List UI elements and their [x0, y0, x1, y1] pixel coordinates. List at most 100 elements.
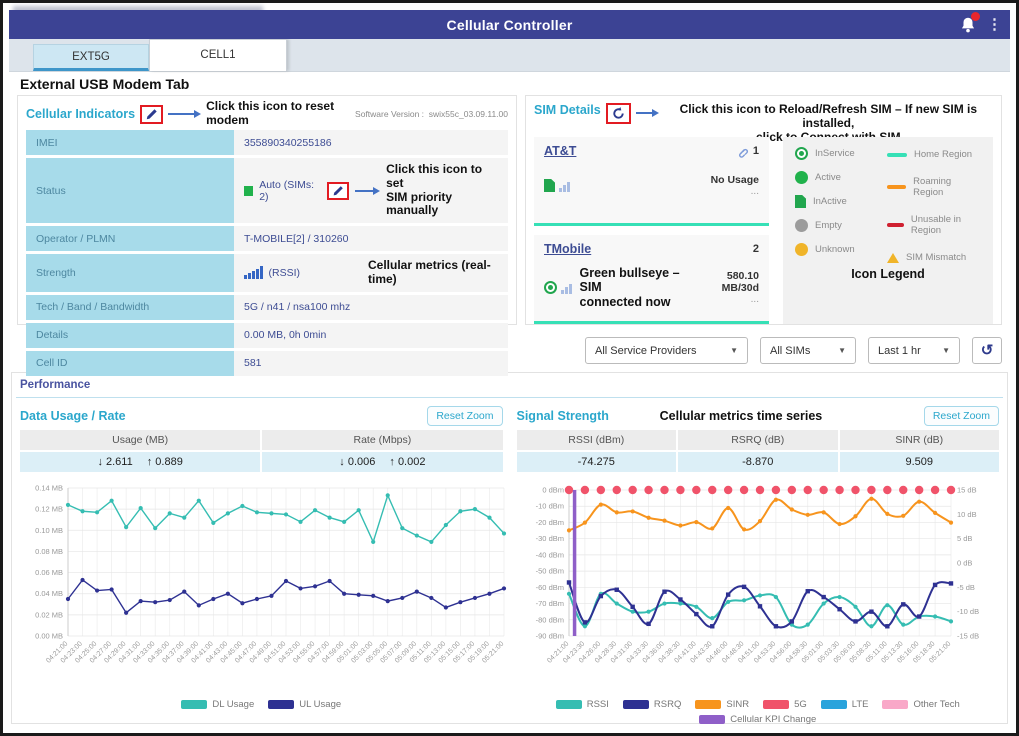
sim-count: 2 — [753, 243, 759, 255]
page-heading: External USB Modem Tab — [20, 76, 1016, 92]
legend-home-region: Home Region — [887, 149, 981, 160]
signal-chart-legend: RSSI RSRQ SINR 5G LTE Other Tech — [517, 699, 1000, 710]
inactive-icon — [795, 195, 806, 208]
legend-item-dl-usage[interactable]: DL Usage — [181, 699, 254, 710]
sim-card-name-link[interactable]: TMobile — [544, 242, 591, 256]
legend-item-ul-usage[interactable]: UL Usage — [268, 699, 341, 710]
legend-swatch — [695, 700, 721, 709]
svg-text:-80 dBm: -80 dBm — [535, 615, 563, 624]
legend-sim-mismatch: SIM Mismatch — [887, 252, 981, 263]
legend-item-rsrq[interactable]: RSRQ — [623, 699, 681, 710]
sim-mismatch-warning-icon — [887, 253, 899, 263]
sim-usage: 580.10 MB/30d — [693, 270, 759, 294]
legend-inactive: InActive — [795, 195, 887, 208]
legend-active: Active — [795, 171, 887, 184]
cellular-indicators-table: IMEI355890340255186 Status Auto (SIMs: 2… — [26, 127, 508, 379]
usage-chart-legend: DL Usage UL Usage — [20, 699, 503, 710]
svg-text:-30 dBm: -30 dBm — [535, 534, 563, 543]
up-arrow-icon: ↑ — [147, 456, 153, 468]
legend-swatch — [268, 700, 294, 709]
table-row: IMEI355890340255186 — [26, 130, 508, 155]
rate-col-header: Rate (Mbps) — [262, 430, 502, 452]
up-arrow-icon: ↑ — [389, 456, 395, 468]
sim-card-att[interactable]: AT&T 1 No Usage — [534, 137, 769, 226]
table-row: Details0.00 MB, 0h 0min — [26, 323, 508, 348]
signal-chart[interactable]: 0 dBm-10 dBm-20 dBm-30 dBm-40 dBm-50 dBm… — [517, 480, 1000, 697]
cellular-controller-page: Cellular Controller ⋮ EXT5G CELL1 Extern… — [0, 0, 1019, 736]
sim-reload-icon[interactable] — [611, 106, 626, 121]
annotation-box — [140, 105, 163, 124]
svg-text:0.00 MB: 0.00 MB — [35, 632, 63, 641]
signal-strength-bars-icon — [244, 266, 263, 279]
chevron-down-icon: ▼ — [730, 346, 738, 355]
tab-cell1[interactable]: CELL1 — [149, 39, 287, 71]
legend-unknown: Unknown — [795, 243, 887, 256]
chevron-down-icon: ▼ — [942, 346, 950, 355]
annotation-green-bullseye: Green bullseye – SIM connected now — [580, 266, 694, 309]
table-row: Tech / Band / Bandwidth5G / n41 / nsa100… — [26, 295, 508, 320]
sims-dropdown[interactable]: All SIMs▼ — [760, 337, 856, 364]
sim-inservice-bullseye-icon — [544, 281, 557, 294]
svg-text:-40 dBm: -40 dBm — [535, 550, 563, 559]
svg-text:0.02 MB: 0.02 MB — [35, 610, 63, 619]
notification-bell-icon[interactable] — [959, 16, 977, 34]
svg-text:5 dB: 5 dB — [957, 534, 972, 543]
annotation-arrow — [636, 109, 659, 117]
signal-chart-svg[interactable]: 0 dBm-10 dBm-20 dBm-30 dBm-40 dBm-50 dBm… — [517, 480, 995, 692]
legend-swatch — [699, 715, 725, 724]
signal-chart-legend-row2: Cellular KPI Change — [517, 714, 1000, 725]
sim-card-tmobile[interactable]: TMobile 2 Green bullseye – SIM connected… — [534, 235, 769, 324]
unusable-region-icon — [887, 223, 904, 227]
rssi-col-header: RSSI (dBm) — [517, 430, 677, 452]
down-arrow-icon: ↓ — [339, 456, 345, 468]
legend-item-sinr[interactable]: SINR — [695, 699, 749, 710]
sim-card-name-link[interactable]: AT&T — [544, 144, 576, 158]
time-range-dropdown[interactable]: Last 1 hr▼ — [868, 337, 960, 364]
svg-text:-20 dBm: -20 dBm — [535, 518, 563, 527]
menu-kebab-icon[interactable]: ⋮ — [987, 17, 1002, 32]
home-region-icon — [887, 153, 907, 157]
table-row: Status Auto (SIMs: 2) Click this icon to… — [26, 158, 508, 223]
svg-text:0.08 MB: 0.08 MB — [35, 547, 63, 556]
refresh-charts-button[interactable]: ↺ — [972, 337, 1002, 364]
legend-item-cellular-kpi-change[interactable]: Cellular KPI Change — [699, 714, 816, 725]
tab-ext5g[interactable]: EXT5G — [33, 44, 149, 71]
legend-swatch — [821, 700, 847, 709]
reset-zoom-button[interactable]: Reset Zoom — [427, 406, 502, 426]
reset-zoom-button[interactable]: Reset Zoom — [924, 406, 999, 426]
legend-item-rssi[interactable]: RSSI — [556, 699, 609, 710]
annotation-reset-modem: Click this icon to reset modem — [206, 100, 350, 128]
legend-item-5g[interactable]: 5G — [763, 699, 807, 710]
sim-priority-pencil-icon[interactable] — [332, 185, 344, 197]
performance-panel: Performance Data Usage / Rate Reset Zoom… — [11, 372, 1008, 724]
svg-text:10 dB: 10 dB — [957, 510, 977, 519]
usage-col-header: Usage (MB) — [20, 430, 260, 452]
sinr-col-header: SINR (dB) — [840, 430, 1000, 452]
notification-badge — [971, 12, 980, 21]
rate-values: ↓ 0.006↑ 0.002 — [262, 452, 502, 472]
svg-text:-10 dB: -10 dB — [957, 607, 979, 616]
svg-text:-10 dBm: -10 dBm — [535, 502, 563, 511]
icon-legend-panel: InService Active InActive Empty Unknown … — [783, 137, 993, 324]
service-provider-dropdown[interactable]: All Service Providers▼ — [585, 337, 748, 364]
performance-title: Performance — [20, 379, 999, 391]
table-row: Cell ID581 — [26, 351, 508, 376]
annotation-time-series: Cellular metrics time series — [660, 409, 823, 423]
empty-icon — [795, 219, 808, 232]
chevron-down-icon: ▼ — [838, 346, 846, 355]
legend-item-lte[interactable]: LTE — [821, 699, 869, 710]
reset-modem-pencil-icon[interactable] — [145, 108, 158, 121]
svg-text:0 dBm: 0 dBm — [542, 486, 564, 495]
sim-usage-sub: ... — [711, 186, 759, 197]
svg-text:15 dB: 15 dB — [957, 486, 977, 495]
legend-swatch — [181, 700, 207, 709]
link-icon — [736, 145, 749, 158]
annotation-sim-priority: Click this icon to set SIM priority manu… — [386, 163, 498, 218]
legend-item-other-tech[interactable]: Other Tech — [882, 699, 959, 710]
annotation-arrow — [355, 187, 380, 195]
sim-inactive-icon — [544, 179, 555, 192]
usage-chart[interactable]: 0.00 MB0.02 MB0.04 MB0.06 MB0.08 MB0.10 … — [20, 480, 503, 697]
annotation-box — [327, 182, 349, 200]
inservice-icon — [795, 147, 808, 160]
usage-chart-svg[interactable]: 0.00 MB0.02 MB0.04 MB0.06 MB0.08 MB0.10 … — [20, 480, 514, 692]
